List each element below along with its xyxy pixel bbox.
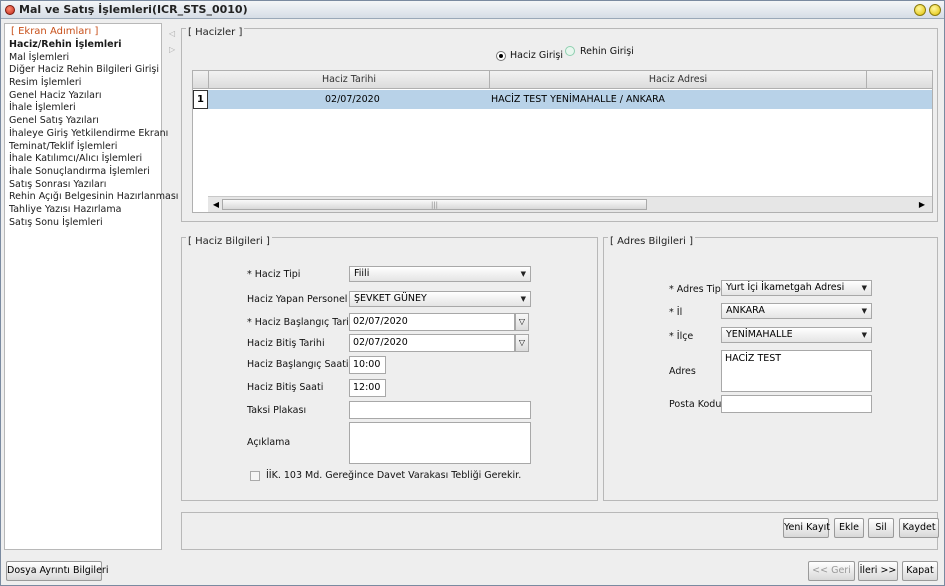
expand-arrow-icon[interactable]: ▷ <box>169 45 175 54</box>
baslangic-tarihi-label: * Haciz Başlangıç Tarihi <box>247 317 358 328</box>
app-icon <box>5 5 15 15</box>
step-item-ihale-katilimci[interactable]: İhale Katılımcı/Alıcı İşlemleri <box>9 153 178 166</box>
step-item-ihaleye-giris[interactable]: İhaleye Giriş Yetkilendirme Ekranı <box>9 128 178 141</box>
bitis-tarihi-input[interactable]: 02/07/2020 <box>349 334 515 352</box>
adres-tipi-select[interactable]: Yurt İçi İkametgah Adresi ▼ <box>721 280 872 296</box>
geri-button[interactable]: << Geri <box>808 561 855 581</box>
cell-haciz-adresi: HACİZ TEST YENİMAHALLE / ANKARA <box>491 94 665 105</box>
baslangic-saati-label: Haciz Başlangıç Saati <box>247 359 349 370</box>
step-item-ihale[interactable]: İhale İşlemleri <box>9 102 178 115</box>
haciz-tipi-select[interactable]: Fiili ▼ <box>349 266 531 282</box>
personel-label: Haciz Yapan Personel <box>247 294 348 305</box>
ileri-button[interactable]: İleri >> <box>858 561 898 581</box>
ilce-select[interactable]: YENİMAHALLE ▼ <box>721 327 872 343</box>
window-title: Mal ve Satış İşlemleri(ICR_STS_0010) <box>19 3 248 16</box>
step-item-mal[interactable]: Mal İşlemleri <box>9 52 178 65</box>
adres-tipi-label: * Adres Tipi <box>669 284 724 295</box>
adres-label: Adres <box>669 366 696 377</box>
application-window: Mal ve Satış İşlemleri(ICR_STS_0010) [ E… <box>0 0 945 586</box>
step-item-diger-haciz[interactable]: Diğer Haciz Rehin Bilgileri Girişi <box>9 64 178 77</box>
title-bar: Mal ve Satış İşlemleri(ICR_STS_0010) <box>1 1 944 19</box>
scroll-thumb[interactable]: ||| <box>222 199 647 210</box>
cell-haciz-tarihi: 02/07/2020 <box>325 94 380 105</box>
column-header-haciz-tarihi[interactable]: Haciz Tarihi <box>209 71 490 89</box>
table-corner <box>193 71 209 89</box>
kapat-button[interactable]: Kapat <box>902 561 938 581</box>
step-item-haciz-rehin[interactable]: Haciz/Rehin İşlemleri <box>9 39 178 52</box>
steps-title: [ Ekran Adımları ] <box>11 26 99 37</box>
taksi-plakasi-label: Taksi Plakası <box>247 405 307 416</box>
minimize-icon[interactable] <box>914 4 926 16</box>
baslangic-saati-input[interactable]: 10:00 <box>349 356 386 374</box>
haciz-tipi-label: * Haciz Tipi <box>247 269 301 280</box>
posta-kodu-label: Posta Kodu <box>669 399 722 410</box>
scroll-right-icon[interactable]: ▶ <box>916 199 928 211</box>
close-icon[interactable] <box>929 4 941 16</box>
rehin-girisi-radio[interactable] <box>565 46 575 56</box>
chevron-down-icon: ▼ <box>861 284 867 292</box>
collapse-arrow-icon[interactable]: ◁ <box>169 29 175 38</box>
haciz-bilgileri-legend: [ Haciz Bilgileri ] <box>186 236 272 247</box>
chevron-down-icon: ▼ <box>520 295 526 303</box>
steps-list: Haciz/Rehin İşlemleri Mal İşlemleri Diğe… <box>9 39 178 229</box>
chevron-down-icon: ▼ <box>861 307 867 315</box>
davet-varakasi-checkbox[interactable] <box>250 471 260 481</box>
steps-panel: [ Ekran Adımları ] Haciz/Rehin İşlemleri… <box>4 23 178 550</box>
personel-select[interactable]: ŞEVKET GÜNEY ▼ <box>349 291 531 307</box>
hacizler-table: Haciz Tarihi Haciz Adresi 02/07/2020 HAC… <box>192 70 933 213</box>
il-value: ANKARA <box>726 305 765 316</box>
column-header-haciz-adresi[interactable]: Haciz Adresi <box>490 71 867 89</box>
il-select[interactable]: ANKARA ▼ <box>721 303 872 319</box>
personel-value: ŞEVKET GÜNEY <box>354 293 427 304</box>
step-item-teminat-teklif[interactable]: Teminat/Teklif İşlemleri <box>9 141 178 154</box>
horizontal-scrollbar[interactable]: ◀ ||| ▶ <box>208 196 932 212</box>
dosya-ayrinti-button[interactable]: Dosya Ayrıntı Bilgileri <box>6 561 108 581</box>
step-item-satis-sonu[interactable]: Satış Sonu İşlemleri <box>9 217 178 230</box>
step-item-tahliye[interactable]: Tahliye Yazısı Hazırlama <box>9 204 178 217</box>
kaydet-button[interactable]: Kaydet <box>899 518 939 538</box>
ilce-label: * İlçe <box>669 331 694 342</box>
sil-button[interactable]: Sil <box>868 518 894 538</box>
taksi-plakasi-input[interactable] <box>349 401 531 419</box>
calendar-dropdown-icon[interactable]: ▽ <box>515 334 529 352</box>
hacizler-legend: [ Hacizler ] <box>186 27 245 38</box>
ilce-value: YENİMAHALLE <box>726 329 793 340</box>
chevron-down-icon: ▼ <box>520 270 526 278</box>
adres-bilgileri-legend: [ Adres Bilgileri ] <box>608 236 695 247</box>
baslangic-tarihi-input[interactable]: 02/07/2020 <box>349 313 515 331</box>
bitis-saati-label: Haciz Bitiş Saati <box>247 382 324 393</box>
aciklama-label: Açıklama <box>247 437 291 448</box>
chevron-down-icon: ▼ <box>861 331 867 339</box>
table-row[interactable]: 02/07/2020 HACİZ TEST YENİMAHALLE / ANKA… <box>193 90 932 109</box>
posta-kodu-input[interactable] <box>721 395 872 413</box>
adres-tipi-value: Yurt İçi İkametgah Adresi <box>726 282 845 293</box>
step-item-genel-satis-yazilari[interactable]: Genel Satış Yazıları <box>9 115 178 128</box>
yeni-kayit-button[interactable]: Yeni Kayıt <box>783 518 830 538</box>
scroll-left-icon[interactable]: ◀ <box>210 199 222 211</box>
column-header-empty <box>867 71 932 89</box>
haciz-tipi-value: Fiili <box>354 268 370 279</box>
row-number[interactable]: 1 <box>193 90 208 109</box>
davet-varakasi-label: İİK. 103 Md. Gereğince Davet Varakası Te… <box>266 470 522 481</box>
calendar-dropdown-icon[interactable]: ▽ <box>515 313 529 331</box>
il-label: * İl <box>669 307 683 318</box>
step-item-rehin-acigi[interactable]: Rehin Açığı Belgesinin Hazırlanması <box>9 191 178 204</box>
aciklama-textarea[interactable] <box>349 422 531 464</box>
bitis-saati-input[interactable]: 12:00 <box>349 379 386 397</box>
step-item-genel-haciz-yazilari[interactable]: Genel Haciz Yazıları <box>9 90 178 103</box>
ekle-button[interactable]: Ekle <box>834 518 864 538</box>
step-item-ihale-sonuclandirma[interactable]: İhale Sonuçlandırma İşlemleri <box>9 166 178 179</box>
rehin-girisi-label: Rehin Girişi <box>580 46 634 57</box>
step-item-satis-sonrasi[interactable]: Satış Sonrası Yazıları <box>9 179 178 192</box>
haciz-girisi-radio[interactable] <box>496 51 506 61</box>
adres-textarea[interactable]: HACİZ TEST <box>721 350 872 392</box>
haciz-girisi-label: Haciz Girişi <box>510 50 563 61</box>
step-item-resim[interactable]: Resim İşlemleri <box>9 77 178 90</box>
bitis-tarihi-label: Haciz Bitiş Tarihi <box>247 338 325 349</box>
